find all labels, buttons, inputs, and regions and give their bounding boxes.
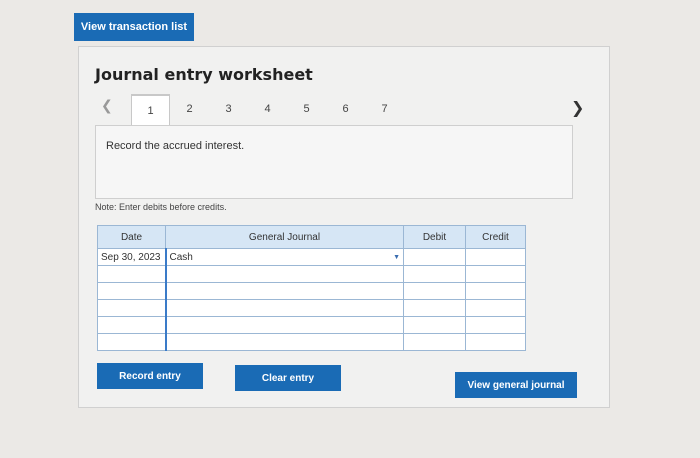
note-text: Note: Enter debits before credits. bbox=[95, 202, 227, 212]
clear-entry-button[interactable]: Clear entry bbox=[235, 365, 341, 391]
date-cell[interactable] bbox=[97, 299, 166, 317]
journal-table: Date General Journal Debit Credit Sep 30… bbox=[97, 225, 526, 351]
tab-3[interactable]: 3 bbox=[209, 94, 248, 126]
account-cell[interactable] bbox=[164, 333, 404, 351]
table-row bbox=[97, 265, 526, 283]
credit-cell[interactable] bbox=[465, 265, 526, 283]
account-cell[interactable] bbox=[164, 316, 404, 334]
table-row: Sep 30, 2023 Cash ▼ bbox=[97, 248, 526, 266]
debit-cell[interactable] bbox=[403, 282, 466, 300]
credit-cell[interactable] bbox=[465, 333, 526, 351]
debit-cell[interactable] bbox=[403, 316, 466, 334]
instruction-text: Record the accrued interest. bbox=[106, 140, 245, 152]
chevron-left-icon[interactable]: ❮ bbox=[95, 97, 119, 115]
page-title: Journal entry worksheet bbox=[95, 65, 313, 84]
date-cell[interactable] bbox=[97, 282, 166, 300]
credit-cell[interactable] bbox=[465, 316, 526, 334]
view-general-journal-button[interactable]: View general journal bbox=[455, 372, 577, 398]
table-row bbox=[97, 333, 526, 351]
table-row bbox=[97, 316, 526, 334]
tab-7[interactable]: 7 bbox=[365, 94, 404, 126]
credit-cell[interactable] bbox=[465, 299, 526, 317]
account-cell[interactable] bbox=[164, 299, 404, 317]
credit-cell[interactable] bbox=[465, 282, 526, 300]
dropdown-arrow-icon[interactable]: ▼ bbox=[393, 254, 400, 261]
account-cell[interactable]: Cash ▼ bbox=[164, 248, 404, 266]
tab-6[interactable]: 6 bbox=[326, 94, 365, 126]
date-cell[interactable]: Sep 30, 2023 bbox=[97, 248, 166, 266]
account-cell[interactable] bbox=[164, 265, 404, 283]
debit-cell[interactable] bbox=[403, 265, 466, 283]
tab-2[interactable]: 2 bbox=[170, 94, 209, 126]
worksheet-panel: Journal entry worksheet ❮ 1 2 3 4 5 6 7 … bbox=[78, 46, 610, 408]
date-header: Date bbox=[97, 225, 166, 249]
instruction-box: Record the accrued interest. bbox=[95, 125, 573, 199]
general-journal-header: General Journal bbox=[165, 225, 404, 249]
credit-header: Credit bbox=[465, 225, 526, 249]
tab-5[interactable]: 5 bbox=[287, 94, 326, 126]
debit-header: Debit bbox=[403, 225, 466, 249]
view-transaction-list-button[interactable]: View transaction list bbox=[74, 13, 194, 41]
date-cell[interactable] bbox=[97, 333, 166, 351]
tab-strip: 1 2 3 4 5 6 7 bbox=[131, 94, 404, 126]
account-cell[interactable] bbox=[164, 282, 404, 300]
tab-1[interactable]: 1 bbox=[131, 94, 170, 126]
debit-cell[interactable] bbox=[403, 333, 466, 351]
table-row bbox=[97, 282, 526, 300]
credit-cell[interactable] bbox=[465, 248, 526, 266]
date-cell[interactable] bbox=[97, 265, 166, 283]
tab-4[interactable]: 4 bbox=[248, 94, 287, 126]
record-entry-button[interactable]: Record entry bbox=[97, 363, 203, 389]
chevron-right-icon[interactable]: ❯ bbox=[565, 97, 590, 118]
date-cell[interactable] bbox=[97, 316, 166, 334]
debit-cell[interactable] bbox=[403, 299, 466, 317]
debit-cell[interactable] bbox=[403, 248, 466, 266]
account-value: Cash bbox=[169, 251, 193, 263]
table-row bbox=[97, 299, 526, 317]
